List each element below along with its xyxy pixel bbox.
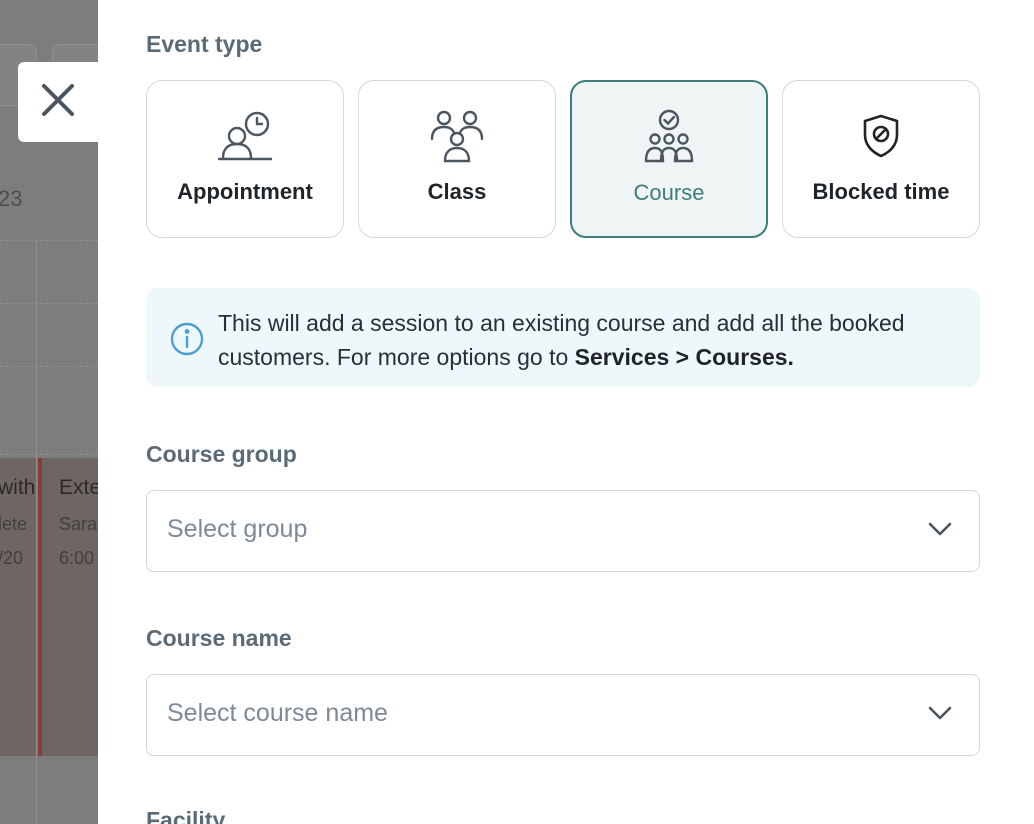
event-subtitle: lete — [0, 514, 28, 534]
event-type-class[interactable]: Class — [358, 80, 556, 238]
event-title: Exte — [59, 476, 98, 499]
grid-line — [0, 303, 98, 304]
event-type-blocked-time[interactable]: Blocked time — [782, 80, 980, 238]
background-event: with lete /20 — [0, 458, 36, 756]
event-type-label-text: Appointment — [177, 179, 313, 204]
person-clock-icon — [215, 107, 275, 165]
info-notice: This will add a session to an existing c… — [146, 288, 980, 387]
shield-blocked-icon — [861, 107, 901, 165]
info-text: This will add a session to an existing c… — [218, 306, 968, 374]
event-type-label-text: Class — [427, 179, 487, 204]
event-type-course[interactable]: Course — [570, 80, 768, 238]
event-subtitle: Sara — [59, 514, 98, 534]
facility-label: Facility — [146, 807, 226, 824]
course-name-placeholder: Select course name — [167, 699, 388, 727]
event-time: 6:00 — [59, 548, 95, 568]
event-time: /20 — [0, 548, 24, 568]
course-name-label: Course name — [146, 625, 292, 651]
event-title: with — [0, 476, 36, 499]
people-group-icon — [427, 107, 487, 165]
course-group-select[interactable]: Select group — [146, 490, 980, 572]
chevron-down-icon — [927, 705, 953, 726]
close-button[interactable] — [18, 62, 98, 142]
course-group-placeholder: Select group — [167, 515, 308, 543]
grid-line — [0, 366, 98, 367]
event-type-label-text: Blocked time — [812, 179, 950, 204]
grid-line — [0, 454, 98, 455]
background-event: Exte Sara 6:00 — [38, 458, 98, 756]
close-icon — [41, 83, 75, 122]
course-group-label: Course group — [146, 441, 297, 467]
grid-column-line — [36, 240, 37, 824]
event-type-appointment[interactable]: Appointment — [146, 80, 344, 238]
grid-line — [0, 240, 98, 241]
info-icon — [170, 322, 204, 361]
add-event-panel: Event type Appointment Class Course Bloc… — [98, 0, 1034, 824]
event-type-label: Event type — [146, 31, 263, 57]
info-text-main: This will add a session to an existing c… — [218, 310, 905, 370]
event-type-label-text: Course — [633, 180, 705, 205]
course-name-select[interactable]: Select course name — [146, 674, 980, 756]
chevron-down-icon — [927, 521, 953, 542]
background-date: 23 — [0, 186, 23, 211]
services-courses-link-text: Services > Courses. — [574, 344, 794, 370]
group-check-icon — [639, 108, 699, 166]
